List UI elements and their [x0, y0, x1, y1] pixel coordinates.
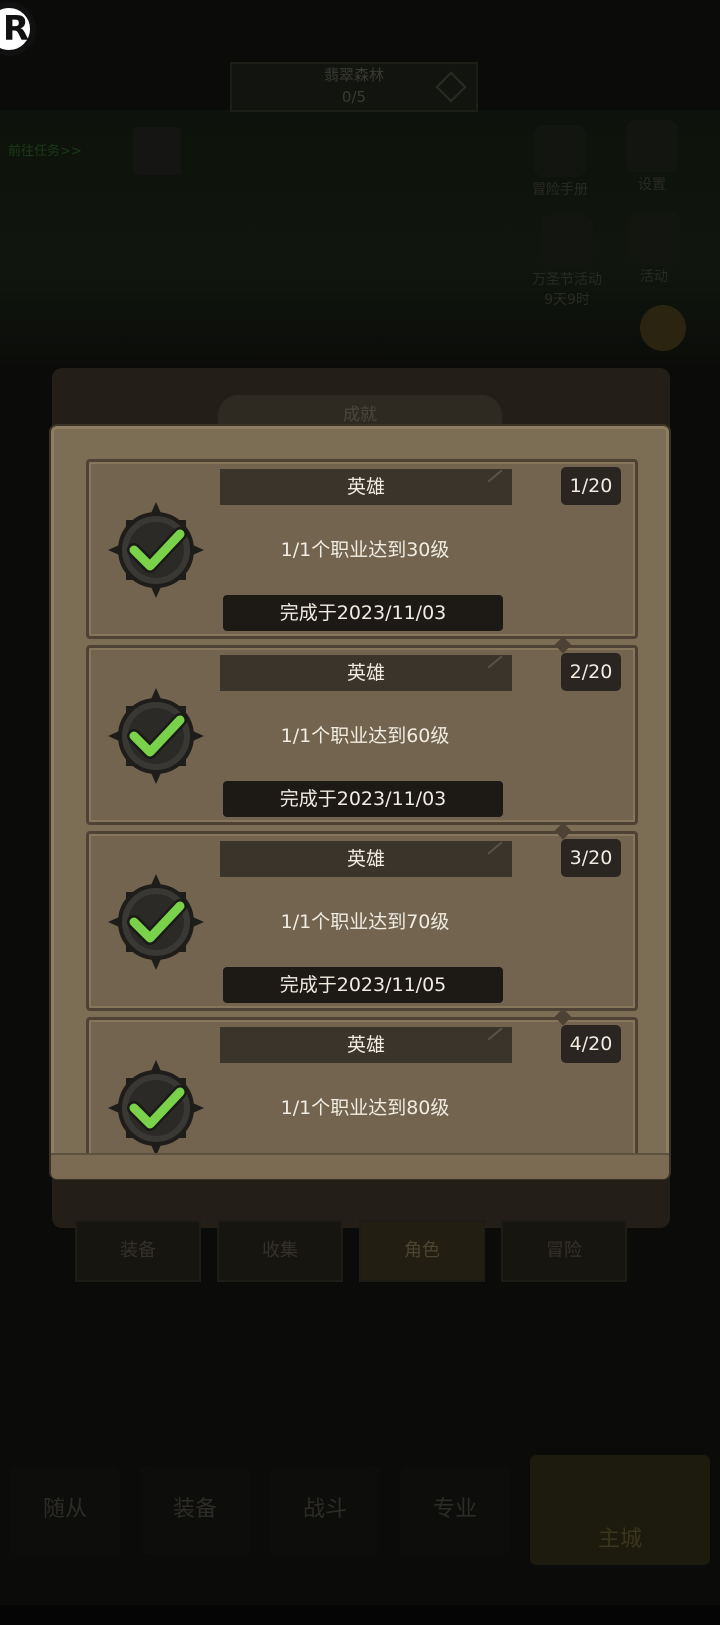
nav-followers: 随从	[10, 1465, 120, 1555]
map-title-banner: 翡翠森林 0/5	[230, 62, 478, 112]
achievement-count: 2/20	[561, 653, 621, 691]
achievement-list[interactable]: 英雄 1/20 1/1个职业达到30级 完成于2023/11/03 英雄 2/20 1/1个…	[86, 459, 638, 1159]
quest-icon	[133, 127, 181, 175]
card-notch	[554, 636, 572, 654]
nav-profession: 专业	[400, 1465, 510, 1555]
achievement-count: 4/20	[561, 1025, 621, 1063]
achievement-completed-date: 完成于2023/11/03	[223, 595, 503, 631]
nav-main-city: 主城	[530, 1455, 710, 1565]
achievement-card[interactable]: 英雄 3/20 1/1个职业达到70级 完成于2023/11/05	[86, 822, 638, 1011]
adventure-book-button: 冒险手册	[528, 125, 592, 199]
achievement-category: 英雄	[220, 655, 512, 691]
achievement-category: 英雄	[220, 469, 512, 505]
gear-icon	[626, 120, 678, 172]
achievement-category: 英雄	[220, 1027, 512, 1063]
achievement-dialog[interactable]: 英雄 1/20 1/1个职业达到30级 完成于2023/11/03 英雄 2/20 1/1个…	[51, 426, 669, 1178]
coin-icon	[640, 305, 686, 351]
book-icon	[534, 125, 586, 177]
events-button: 活动	[622, 212, 686, 286]
nav-battle: 战斗	[270, 1465, 380, 1555]
card-notch	[554, 822, 572, 840]
completed-check-badge-icon	[108, 688, 204, 784]
completed-check-badge-icon	[108, 502, 204, 598]
tab-adventure: 冒险	[501, 1220, 627, 1282]
pumpkin-icon	[541, 215, 593, 267]
tab-equipment: 装备	[75, 1220, 201, 1282]
completed-check-badge-icon	[108, 1060, 204, 1156]
achievement-completed-date: 完成于2023/11/03	[223, 781, 503, 817]
completed-check-badge-icon	[108, 874, 204, 970]
achievement-count: 3/20	[561, 839, 621, 877]
achievement-card[interactable]: 英雄 4/20 1/1个职业达到80级	[86, 1008, 638, 1159]
halloween-event-button: 万圣节活动 9天9时	[522, 215, 612, 309]
achievement-category: 英雄	[220, 841, 512, 877]
tab-character: 角色	[359, 1220, 485, 1282]
achievement-completed-date: 完成于2023/11/05	[223, 967, 503, 1003]
scene-backdrop	[0, 110, 720, 370]
card-notch	[554, 1008, 572, 1026]
main-nav-bar: 随从 装备 战斗 专业 主城	[0, 1455, 720, 1565]
nav-equipment: 装备	[140, 1465, 250, 1555]
achievement-card[interactable]: 英雄 2/20 1/1个职业达到60级 完成于2023/11/03	[86, 636, 638, 825]
dialog-bottom-edge	[51, 1153, 669, 1179]
tab-collection: 收集	[217, 1220, 343, 1282]
calendar-icon	[628, 212, 680, 264]
panel-tab-bar: 装备 收集 角色 冒险	[45, 1220, 659, 1282]
achievement-count: 1/20	[561, 467, 621, 505]
settings-button: 设置	[620, 120, 684, 194]
quest-hint: 前往任务>>	[8, 144, 82, 159]
achievement-card[interactable]: 英雄 1/20 1/1个职业达到30级 完成于2023/11/03	[86, 459, 638, 639]
